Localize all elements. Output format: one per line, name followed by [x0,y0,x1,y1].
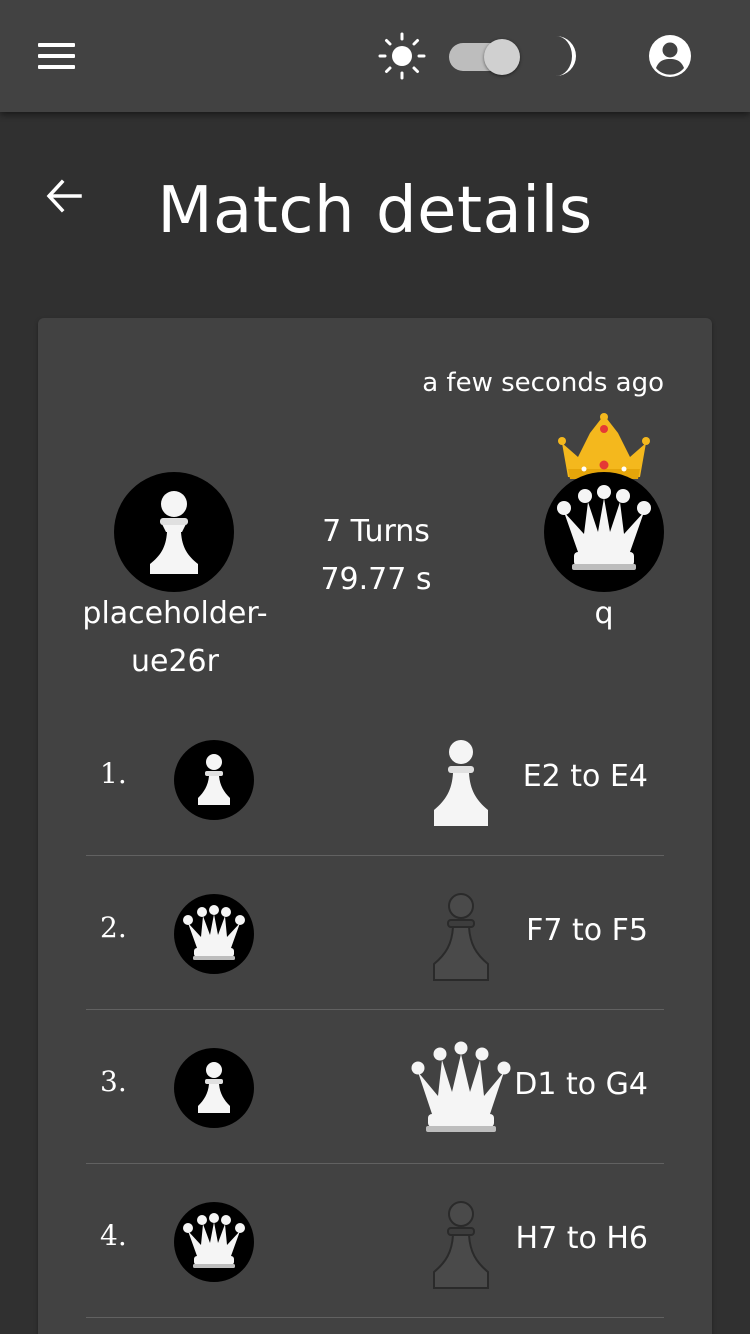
moved-piece [406,886,516,986]
player-right-avatar [544,472,664,592]
move-description: D1 to G4 [514,1067,648,1102]
moved-piece [406,1194,516,1294]
match-card: a few seconds ago 7 Turns 79.77 s placeh… [38,318,712,1334]
toggle-knob[interactable] [484,39,520,75]
list-item: 1. E2 to E4 [86,702,664,856]
moon-icon[interactable] [548,34,584,78]
move-description: F7 to F5 [526,913,648,948]
white-queen-icon [411,1041,511,1132]
moves-list: 1. E2 to E4 2. F7 to F5 3. D1 to G4 4. H… [86,702,664,1318]
player-left-avatar [114,472,234,592]
match-duration: 79.77 s [320,562,432,597]
move-description: H7 to H6 [515,1221,648,1256]
player-avatar [174,1202,254,1282]
list-item: 3. D1 to G4 [86,1010,664,1164]
move-number: 4. [100,1219,127,1252]
menu-icon[interactable] [38,43,75,69]
match-stats: 7 Turns 79.77 s [294,508,458,604]
move-number: 3. [100,1065,127,1098]
app-bar [0,0,750,112]
list-item: 4. H7 to H6 [86,1164,664,1318]
moved-piece [406,1040,516,1140]
black-pawn-icon [433,893,489,981]
match-timestamp: a few seconds ago [422,368,664,398]
player-avatar [174,1048,254,1128]
white-queen-icon [183,905,245,960]
account-circle-icon[interactable] [648,34,692,78]
white-pawn-icon [150,491,198,574]
player-avatar [174,894,254,974]
move-description: E2 to E4 [522,759,648,794]
white-queen-icon [183,1213,245,1268]
black-pawn-icon [433,1201,489,1289]
player-avatar [174,740,254,820]
player-right-name: q [594,596,614,631]
move-number: 1. [100,757,127,790]
theme-toggle[interactable] [449,39,523,75]
moved-piece [406,732,516,832]
white-pawn-icon [434,740,488,826]
white-pawn-icon [198,754,230,805]
list-item: 2. F7 to F5 [86,856,664,1010]
sun-icon[interactable] [378,32,426,80]
page-title: Match details [157,174,593,248]
turns-count: 7 Turns [322,514,430,549]
white-queen-icon [557,485,651,570]
player-left-name: placeholder-ue26r [82,596,268,679]
white-pawn-icon [198,1062,230,1113]
move-number: 2. [100,911,127,944]
